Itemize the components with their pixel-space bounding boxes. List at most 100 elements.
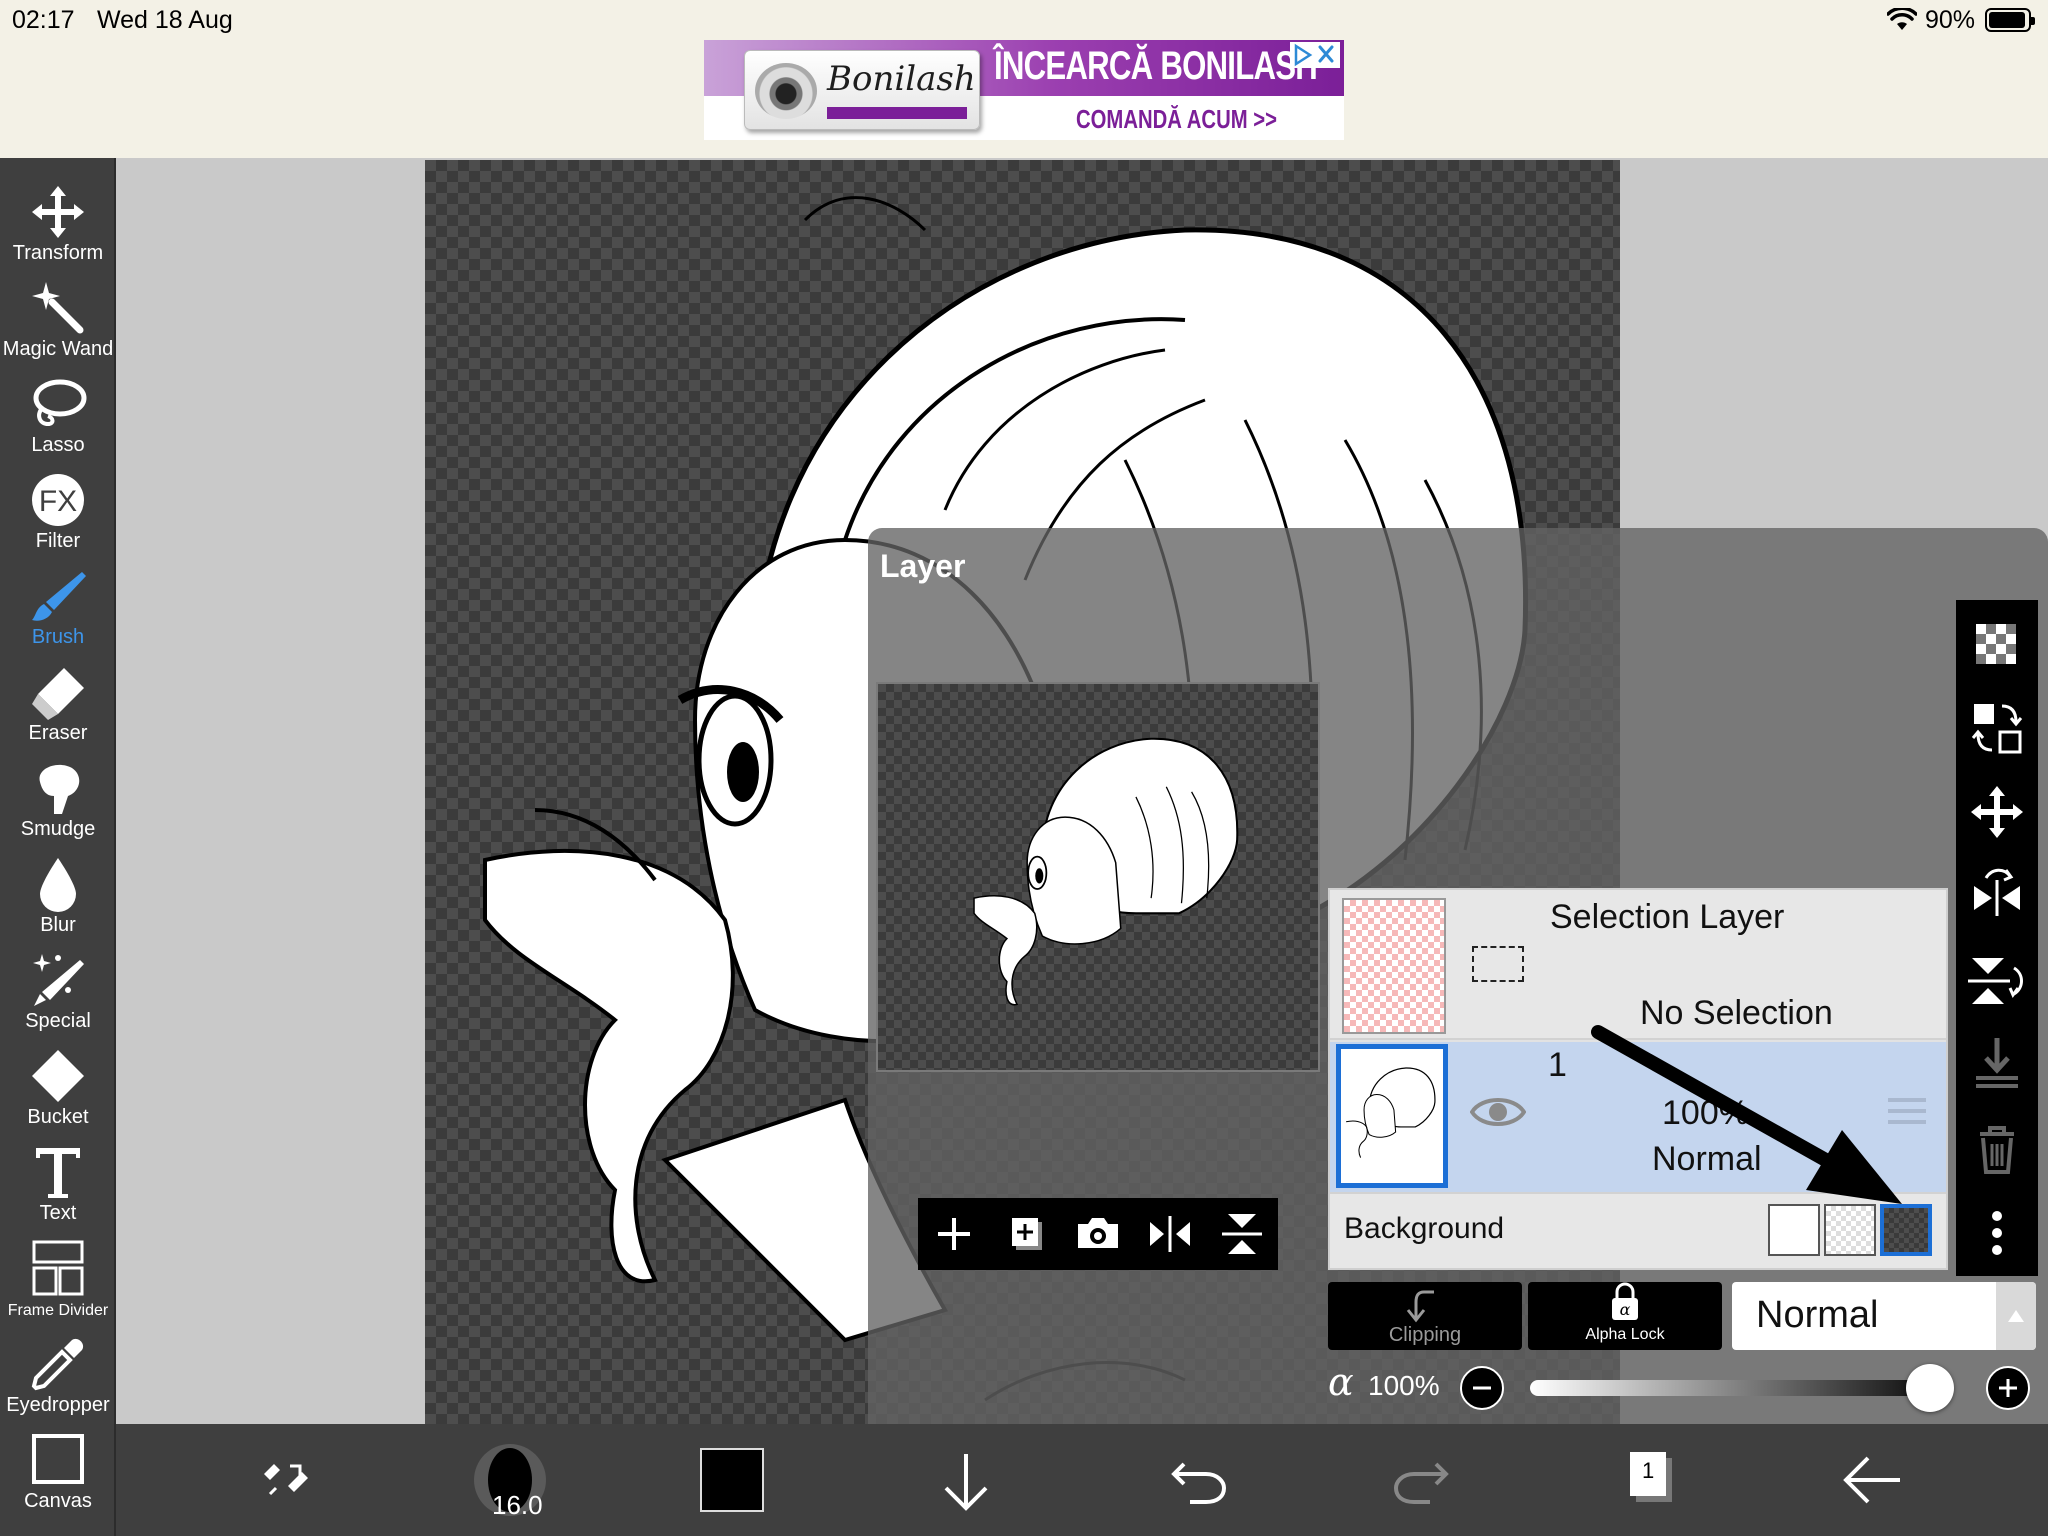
layer-list: Selection Layer No Selection 1 100% Norm… [1328, 888, 1948, 1270]
opacity-increase-button[interactable] [1986, 1366, 2030, 1410]
back-button[interactable] [1816, 1424, 1926, 1536]
move-arrows-icon [1971, 786, 2023, 838]
blend-mode-arrow[interactable] [1996, 1282, 2036, 1350]
move-layer-button[interactable] [1956, 772, 2038, 852]
redo-button[interactable] [1366, 1424, 1476, 1536]
ad-brand: Bonilash [827, 59, 976, 99]
checker-icon [1976, 624, 2016, 664]
layer-1-blend-mode: Normal [1652, 1140, 1762, 1178]
layer-count: 1 [1642, 1458, 1655, 1483]
tool-blur[interactable]: Blur [0, 852, 116, 948]
ad-banner[interactable]: Bonilash ÎNCEARCĂ BONILASH COMANDĂ ACUM … [704, 40, 1344, 140]
transparent-fill-button[interactable] [1956, 604, 2038, 684]
alpha-lock-button[interactable]: α Alpha Lock [1528, 1282, 1722, 1350]
arrow-down-icon [944, 1454, 988, 1511]
selection-layer-thumbnail [1342, 898, 1446, 1034]
eyedropper-icon [31, 1338, 84, 1391]
fx-icon: FX [32, 474, 84, 526]
opacity-slider-thumb[interactable] [1906, 1364, 1954, 1412]
background-white-swatch[interactable] [1768, 1204, 1820, 1256]
tool-smudge[interactable]: Smudge [0, 756, 116, 852]
flip-vertical-button[interactable] [1206, 1198, 1278, 1270]
flip-vertical-icon [1222, 1214, 1262, 1254]
quick-actions-button[interactable] [230, 1424, 340, 1536]
battery-percent: 90% [1925, 6, 1976, 34]
background-light-checker-swatch[interactable] [1824, 1204, 1876, 1256]
layers-button[interactable]: 1 [1592, 1424, 1702, 1536]
swap-layers-icon [1971, 704, 2023, 754]
magic-wand-icon [32, 282, 84, 334]
marquee-icon [1472, 946, 1524, 982]
opacity-decrease-button[interactable] [1460, 1366, 1504, 1410]
blend-mode-select[interactable]: Normal [1732, 1282, 2036, 1350]
tool-label: Filter [35, 530, 81, 552]
flip-vertical-icon [1968, 958, 2023, 1004]
tool-magic-wand[interactable]: Magic Wand [0, 276, 116, 372]
preview-toolbar [918, 1198, 1278, 1270]
tool-text[interactable]: Text [0, 1140, 116, 1236]
duplicate-layer-button[interactable] [990, 1198, 1062, 1270]
layer-row-1[interactable]: 1 100% Normal [1330, 1042, 1946, 1192]
left-toolbar: Transform Magic Wand Lasso FX Filter Bru… [0, 158, 116, 1536]
tool-bucket[interactable]: Bucket [0, 1044, 116, 1140]
layer-panel-title: Layer [880, 548, 966, 584]
background-dark-checker-swatch[interactable] [1880, 1204, 1932, 1256]
undo-button[interactable] [1140, 1424, 1250, 1536]
triangle-up-icon [2008, 1310, 2024, 1322]
tool-eraser[interactable]: Eraser [0, 660, 116, 756]
tool-canvas[interactable]: Canvas [0, 1428, 116, 1524]
delete-layer-button[interactable] [1956, 1108, 2038, 1188]
ad-product-image: Bonilash [744, 50, 980, 130]
redo-icon [1393, 1462, 1449, 1504]
selection-layer-row[interactable]: Selection Layer No Selection [1330, 890, 1946, 1040]
drag-handle-icon[interactable] [1888, 1098, 1926, 1128]
visibility-eye-icon[interactable] [1470, 1092, 1526, 1132]
tool-eyedropper[interactable]: Eyedropper [0, 1332, 116, 1428]
merge-down-button[interactable] [1956, 1024, 2038, 1104]
camera-import-button[interactable] [1062, 1198, 1134, 1270]
minus-icon [1473, 1386, 1491, 1390]
flip-horizontal-button[interactable] [1134, 1198, 1206, 1270]
opacity-value: 100% [1368, 1370, 1440, 1401]
more-options-button[interactable] [1956, 1192, 2038, 1272]
arrow-left-icon [1843, 1456, 1900, 1504]
brush-size-button[interactable]: 16.0 [456, 1424, 566, 1536]
tool-filter[interactable]: FX Filter [0, 468, 116, 564]
ad-choices-close-icon[interactable] [1290, 42, 1340, 68]
flip-layer-horizontal-button[interactable] [1956, 856, 2038, 936]
status-time: 02:17 [12, 6, 75, 34]
brush-icon [32, 572, 86, 621]
add-layer-button[interactable] [918, 1198, 990, 1270]
undo-icon [1171, 1462, 1227, 1504]
frame-divider-icon [32, 1240, 84, 1296]
tool-label: Bucket [27, 1106, 89, 1128]
tool-frame-divider[interactable]: Frame Divider [0, 1236, 116, 1332]
svg-text:FX: FX [39, 485, 77, 518]
layer-1-opacity: 100% [1662, 1094, 1749, 1132]
trash-icon [1980, 1126, 2014, 1174]
battery-icon [1985, 8, 2035, 32]
color-button[interactable] [700, 1424, 810, 1536]
tool-transform[interactable]: Transform [0, 180, 116, 276]
clipping-button[interactable]: Clipping [1328, 1282, 1522, 1350]
tool-special[interactable]: Special [0, 948, 116, 1044]
blend-mode-value: Normal [1756, 1294, 1879, 1336]
eraser-icon [32, 668, 84, 720]
droplet-icon [40, 858, 76, 912]
ad-cta-link[interactable]: COMANDĂ ACUM >> [1076, 104, 1277, 135]
layer-1-thumbnail [1336, 1044, 1448, 1188]
merge-down-icon [1976, 1038, 2018, 1088]
flip-layer-vertical-button[interactable] [1956, 940, 2038, 1020]
tool-label: Blur [40, 914, 76, 936]
tool-lasso[interactable]: Lasso [0, 372, 116, 468]
tool-brush[interactable]: Brush [0, 564, 116, 660]
status-date: Wed 18 Aug [97, 6, 233, 34]
selection-layer-name: Selection Layer [1550, 898, 1785, 936]
download-button[interactable] [914, 1424, 1024, 1536]
wifi-icon [1887, 8, 1917, 30]
layer-thumbnail-art [1346, 1067, 1436, 1158]
opacity-slider[interactable] [1530, 1380, 1950, 1396]
bucket-icon [32, 1050, 84, 1102]
layer-swap-button[interactable] [1956, 688, 2038, 768]
background-label: Background [1344, 1212, 1505, 1245]
